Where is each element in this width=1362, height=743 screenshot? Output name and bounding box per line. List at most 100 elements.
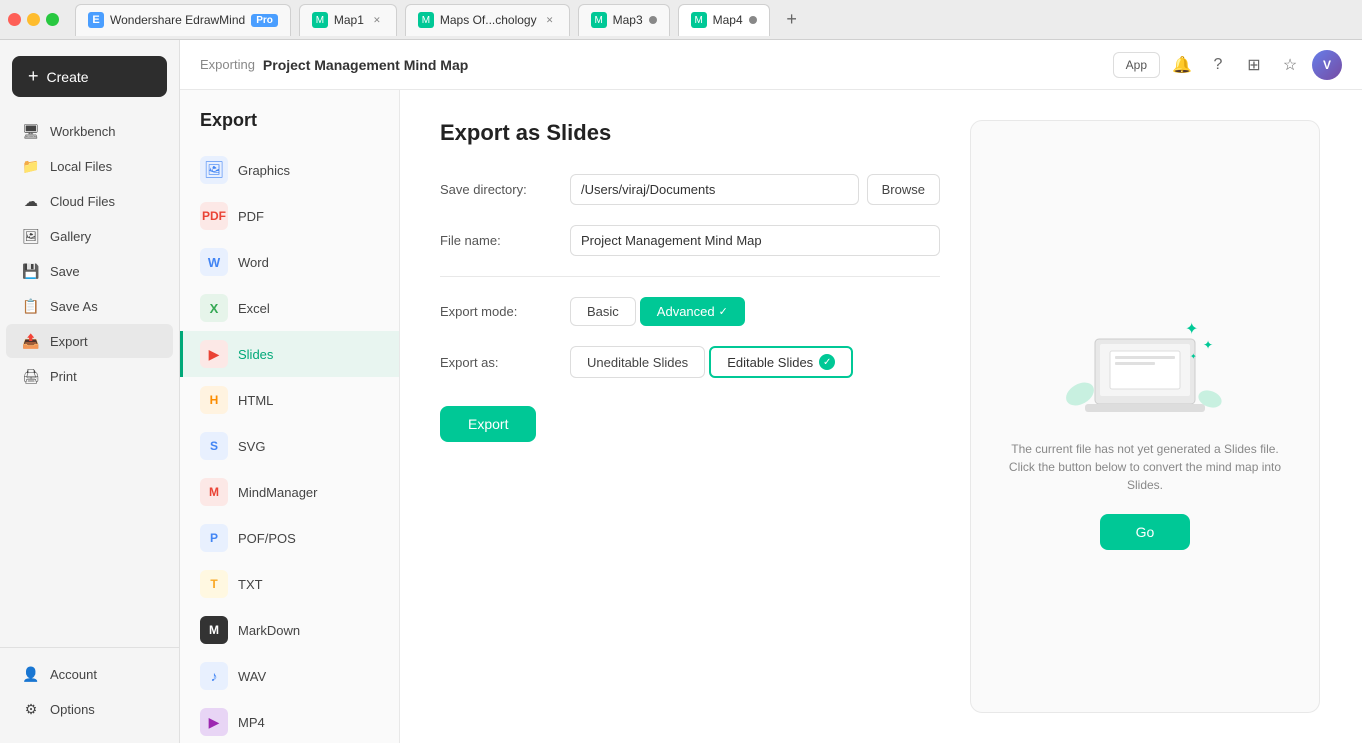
export-action-row: Export bbox=[440, 398, 940, 442]
create-label: Create bbox=[47, 69, 89, 85]
page-title: Project Management Mind Map bbox=[263, 57, 468, 73]
export-graphics-label: Graphics bbox=[238, 163, 290, 178]
export-form: Export as Slides Save directory: Browse … bbox=[440, 120, 940, 713]
mindmanager-icon: M bbox=[200, 478, 228, 506]
file-name-row: File name: bbox=[440, 225, 940, 256]
go-button[interactable]: Go bbox=[1100, 514, 1191, 550]
tab-maps-of-chology[interactable]: M Maps Of...chology ✕ bbox=[405, 4, 570, 36]
sidebar-item-workbench[interactable]: 🖥 Workbench bbox=[6, 114, 173, 148]
topbar: Exporting Project Management Mind Map Ap… bbox=[180, 40, 1362, 90]
save-directory-input[interactable] bbox=[570, 174, 859, 205]
preview-illustration: ✦ ✦ ✦ bbox=[1055, 284, 1235, 424]
wav-icon: ♪ bbox=[200, 662, 228, 690]
tab-map3-label: Map3 bbox=[613, 13, 643, 27]
sidebar-export-label: Export bbox=[50, 334, 88, 349]
maximize-window-btn[interactable] bbox=[46, 13, 59, 26]
sidebar-item-gallery[interactable]: 🖼 Gallery bbox=[6, 219, 173, 253]
export-item-slides[interactable]: ▶ Slides bbox=[180, 331, 399, 377]
workbench-icon: 🖥 bbox=[22, 122, 40, 140]
save-directory-row: Save directory: Browse bbox=[440, 174, 940, 205]
sidebar-item-cloud-files[interactable]: ☁ Cloud Files bbox=[6, 184, 173, 218]
uneditable-slides-button[interactable]: Uneditable Slides bbox=[570, 346, 705, 378]
export-item-word[interactable]: W Word bbox=[180, 239, 399, 285]
add-tab-button[interactable]: + bbox=[778, 6, 806, 34]
map4-tab-icon: M bbox=[691, 12, 707, 28]
star-icon[interactable]: ☆ bbox=[1276, 51, 1304, 79]
save-directory-control: Browse bbox=[570, 174, 940, 205]
export-item-markdown[interactable]: M MarkDown bbox=[180, 607, 399, 653]
export-item-txt[interactable]: T TXT bbox=[180, 561, 399, 607]
export-item-mindmanager[interactable]: M MindManager bbox=[180, 469, 399, 515]
sidebar-localfiles-label: Local Files bbox=[50, 159, 112, 174]
mode-advanced-label: Advanced bbox=[657, 304, 715, 319]
app-main-tab[interactable]: E Wondershare EdrawMind Pro bbox=[75, 4, 291, 36]
export-item-wav[interactable]: ♪ WAV bbox=[180, 653, 399, 699]
tab-map1[interactable]: M Map1 ✕ bbox=[299, 4, 397, 36]
export-as-label: Export as: bbox=[440, 355, 570, 370]
svg-text:✦: ✦ bbox=[1190, 352, 1197, 361]
export-item-excel[interactable]: X Excel bbox=[180, 285, 399, 331]
notification-icon[interactable]: 🔔 bbox=[1168, 51, 1196, 79]
app-button[interactable]: App bbox=[1113, 52, 1160, 78]
save-icon: 💾 bbox=[22, 262, 40, 280]
export-as-row: Export as: Uneditable Slides Editable Sl… bbox=[440, 346, 940, 378]
avatar[interactable]: V bbox=[1312, 50, 1342, 80]
export-sidebar: Export 🖼 Graphics PDF PDF W Word X Excel bbox=[180, 90, 400, 743]
export-mp4-label: MP4 bbox=[238, 715, 265, 730]
cloud-files-icon: ☁ bbox=[22, 192, 40, 210]
sidebar-item-options[interactable]: ⚙ Options bbox=[6, 692, 173, 726]
word-icon: W bbox=[200, 248, 228, 276]
export-item-mp4[interactable]: ▶ MP4 bbox=[180, 699, 399, 743]
export-item-graphics[interactable]: 🖼 Graphics bbox=[180, 147, 399, 193]
help-icon[interactable]: ? bbox=[1204, 51, 1232, 79]
export-word-label: Word bbox=[238, 255, 269, 270]
export-mindmanager-label: MindManager bbox=[238, 485, 318, 500]
sidebar-item-save[interactable]: 💾 Save bbox=[6, 254, 173, 288]
mode-advanced-button[interactable]: Advanced ✓ bbox=[640, 297, 745, 326]
sidebar-options-label: Options bbox=[50, 702, 95, 717]
txt-icon: T bbox=[200, 570, 228, 598]
export-item-pdf[interactable]: PDF PDF bbox=[180, 193, 399, 239]
preview-panel: ✦ ✦ ✦ The current file has not ye bbox=[970, 120, 1320, 713]
mode-basic-button[interactable]: Basic bbox=[570, 297, 636, 326]
export-wav-label: WAV bbox=[238, 669, 266, 684]
editable-check-icon: ✓ bbox=[819, 354, 835, 370]
export-txt-label: TXT bbox=[238, 577, 263, 592]
sidebar-item-account[interactable]: 👤 Account bbox=[6, 657, 173, 691]
app-tab-label: Wondershare EdrawMind bbox=[110, 13, 245, 27]
file-name-input[interactable] bbox=[570, 225, 940, 256]
slides-icon: ▶ bbox=[200, 340, 228, 368]
sidebar-item-export[interactable]: 📤 Export bbox=[6, 324, 173, 358]
editable-slides-button[interactable]: Editable Slides ✓ bbox=[709, 346, 853, 378]
file-name-control bbox=[570, 225, 940, 256]
sidebar-item-save-as[interactable]: 📋 Save As bbox=[6, 289, 173, 323]
create-button[interactable]: + Create bbox=[12, 56, 167, 97]
export-item-svg[interactable]: S SVG bbox=[180, 423, 399, 469]
sidebar-bottom: 👤 Account ⚙ Options bbox=[0, 647, 179, 735]
export-icon: 📤 bbox=[22, 332, 40, 350]
tab-map4[interactable]: M Map4 bbox=[678, 4, 770, 36]
editable-slides-label: Editable Slides bbox=[727, 355, 813, 370]
create-plus-icon: + bbox=[28, 66, 39, 87]
tab-map3[interactable]: M Map3 bbox=[578, 4, 670, 36]
advanced-check-icon: ✓ bbox=[719, 305, 728, 318]
browse-button[interactable]: Browse bbox=[867, 174, 940, 205]
tab-map1-close[interactable]: ✕ bbox=[370, 13, 384, 27]
export-item-pof[interactable]: P POF/POS bbox=[180, 515, 399, 561]
tab-map4-label: Map4 bbox=[713, 13, 743, 27]
tab-map3-dot bbox=[649, 16, 657, 24]
export-button[interactable]: Export bbox=[440, 406, 536, 442]
close-window-btn[interactable] bbox=[8, 13, 21, 26]
sidebar-item-print[interactable]: 🖨 Print bbox=[6, 359, 173, 393]
pof-icon: P bbox=[200, 524, 228, 552]
tab-maps-close[interactable]: ✕ bbox=[543, 13, 557, 27]
gallery-icon: 🖼 bbox=[22, 227, 40, 245]
grid-icon[interactable]: ⊞ bbox=[1240, 51, 1268, 79]
export-item-html[interactable]: H HTML bbox=[180, 377, 399, 423]
minimize-window-btn[interactable] bbox=[27, 13, 40, 26]
graphics-icon: 🖼 bbox=[200, 156, 228, 184]
preview-svg: ✦ ✦ ✦ bbox=[1055, 284, 1235, 424]
sidebar-print-label: Print bbox=[50, 369, 77, 384]
sidebar-item-local-files[interactable]: 📁 Local Files bbox=[6, 149, 173, 183]
export-sidebar-title: Export bbox=[180, 110, 399, 147]
